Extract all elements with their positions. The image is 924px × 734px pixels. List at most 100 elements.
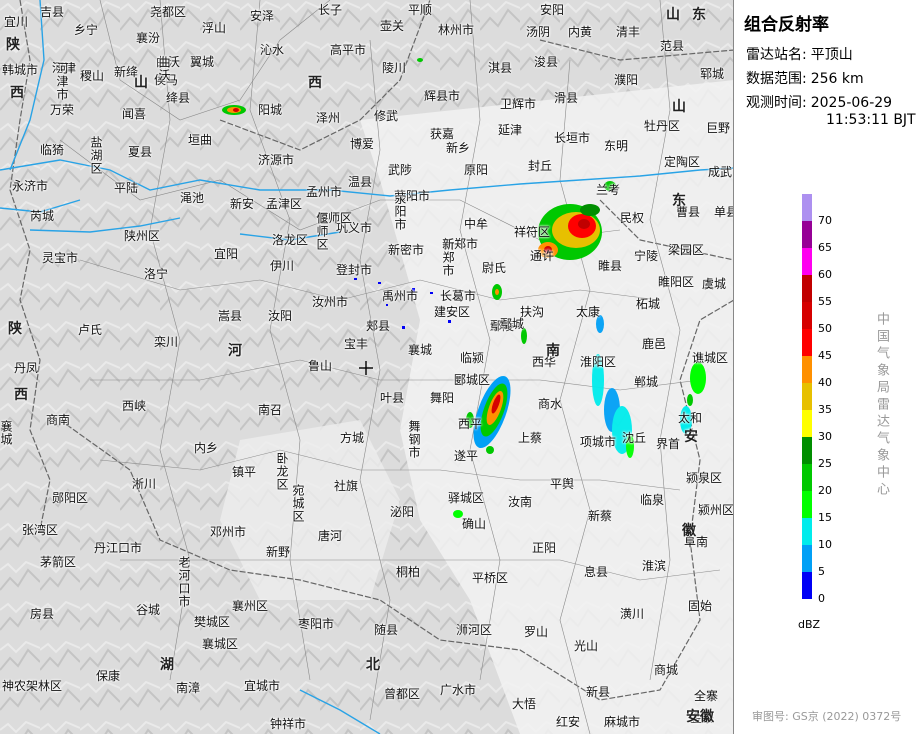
province-label: 安 (684, 429, 698, 445)
legend-tick-label: 60 (818, 268, 832, 281)
place-label: 商水 (538, 397, 563, 411)
place-label: 建安区 (434, 305, 471, 319)
province-label: 东 (692, 7, 706, 23)
place-label: 项城市 (580, 435, 617, 449)
place-label: 襄州区 (232, 599, 269, 613)
place-label: 范县 (660, 39, 685, 53)
legend-tick-label: 25 (818, 457, 832, 470)
place-label: 汝阳 (268, 309, 293, 323)
place-label: 光山 (574, 639, 599, 653)
place-label: 壶关 (380, 19, 405, 33)
province-label: 南 (546, 343, 560, 359)
place-label: 正阳 (532, 541, 557, 555)
legend-tick-label: 30 (818, 430, 832, 443)
place-label: 牡丹区 (644, 119, 681, 133)
legend-swatch (802, 464, 812, 491)
place-label: 淮滨 (642, 559, 667, 573)
time-clock: 11:53:11 BJT (826, 112, 916, 128)
place-label: 高平市 (330, 43, 367, 57)
place-label: 闻喜 (122, 107, 147, 121)
legend-tick-label: 55 (818, 295, 832, 308)
place-label: 获嘉 (430, 127, 455, 141)
place-label: 临泉 (640, 493, 665, 507)
place-label: 新乡 (446, 141, 471, 155)
place-label: 新安 (230, 197, 255, 211)
place-label: 沈丘 (622, 431, 647, 445)
province-label: 西 (14, 387, 28, 403)
legend-swatch (802, 356, 812, 383)
place-label: 太康 (576, 305, 601, 319)
place-label: 长葛市 (440, 289, 477, 303)
place-label: 张湾区 (22, 523, 59, 537)
province-label: 西 (308, 75, 322, 91)
place-label: 丹凤 (14, 361, 39, 375)
place-label: 禹州市 (382, 289, 419, 303)
province-label: 山 (666, 7, 680, 23)
legend-tick-label: 45 (818, 349, 832, 362)
place-label: 谷城 (136, 603, 161, 617)
province-label: 东 (672, 193, 686, 209)
place-label-vertical: 曲沃 (157, 56, 171, 82)
legend-tick-label: 15 (818, 511, 832, 524)
place-label: 洛龙区 (272, 233, 309, 247)
place-label: 林州市 (438, 23, 475, 37)
station-label: 雷达站名: (746, 47, 807, 63)
product-title: 组合反射率 (744, 15, 829, 35)
radar-map[interactable]: 吉县 乡宁 宜川 尧都区 襄汾 浮山 安泽 长子 壶关 平顺 林州市 安阳 内黄 清丰 汤阴 翼城 曲沃 侯马 沁水… (0, 0, 734, 734)
legend-swatch (802, 572, 812, 599)
time-label: 观测时间: (746, 95, 807, 111)
place-label: 万荣 (50, 103, 75, 117)
place-label: 睢阳区 (658, 275, 695, 289)
place-label: 武陟 (388, 163, 413, 177)
place-label: 辉县市 (424, 89, 461, 103)
place-label: 新蔡 (588, 509, 613, 523)
place-label: 安泽 (250, 9, 275, 23)
place-label: 安阳 (540, 3, 565, 17)
place-label-vertical: 偃师区 (315, 212, 329, 251)
place-label: 成武 (708, 165, 733, 179)
province-label: 山 (134, 75, 148, 91)
place-label: 虞城 (702, 277, 727, 291)
time-date: 2025-06-29 (810, 95, 893, 111)
place-label: 郓城 (700, 67, 725, 81)
place-label: 郾城区 (454, 373, 491, 387)
legend-tick-label: 50 (818, 322, 832, 335)
legend-unit: dBZ (798, 618, 821, 631)
legend-swatch (802, 545, 812, 572)
legend-swatch (802, 410, 812, 437)
place-label: 乡宁 (74, 23, 99, 37)
place-label: 韩城市 (2, 63, 39, 77)
place-label-vertical: 荥阳市 (393, 192, 407, 231)
place-label-vertical: 新郑市 (441, 238, 455, 277)
place-label: 谯城区 (692, 351, 729, 365)
place-label: 神农架林区 (2, 679, 63, 693)
place-label: 平桥区 (472, 571, 509, 585)
place-label: 吉县 (40, 5, 65, 19)
place-label: 社旗 (334, 479, 359, 493)
province-label: 徽 (682, 523, 696, 539)
nanyang-basin (220, 420, 400, 600)
province-label: 北 (366, 657, 380, 673)
place-label: 大悟 (512, 697, 537, 711)
legend-tick-label: 40 (818, 376, 832, 389)
place-label: 民权 (620, 211, 645, 225)
place-label: 襄城区 (202, 637, 239, 651)
place-label: 长垣市 (554, 131, 591, 145)
place-label: 郧阳区 (52, 491, 89, 505)
province-label: 陕 (8, 321, 22, 337)
place-label: 保康 (96, 669, 121, 683)
place-label: 舞阳 (430, 391, 455, 405)
place-label: 镇平 (232, 465, 257, 479)
place-label: 濮阳 (614, 73, 639, 87)
place-label: 灵宝市 (42, 251, 79, 265)
legend-swatch (802, 275, 812, 302)
place-label: 伊川 (270, 259, 295, 273)
place-label: 鹿邑 (642, 337, 667, 351)
echo-cell-north-west (222, 105, 246, 115)
place-label: 枣阳市 (298, 617, 335, 631)
place-label-vertical: 宛城区 (291, 484, 305, 523)
place-label: 封丘 (528, 159, 553, 173)
place-label: 鲁山 (308, 359, 333, 373)
place-label: 颍州区 (698, 503, 734, 517)
place-label: 太和 (678, 411, 703, 425)
